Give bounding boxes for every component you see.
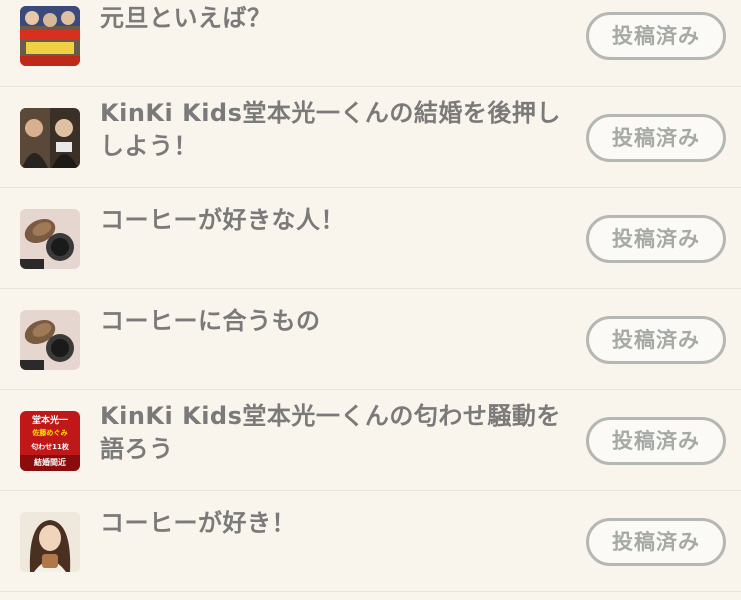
- woman-coffee-photo-thumbnail: [20, 512, 80, 572]
- topic-title: KinKi Kids堂本光一くんの結婚を後押ししよう！: [100, 99, 561, 160]
- posted-button[interactable]: 投稿済み: [586, 417, 726, 465]
- posted-button[interactable]: 投稿済み: [586, 114, 726, 162]
- people-photo-thumbnail: [20, 108, 80, 168]
- list-item[interactable]: コーヒーに合うもの 投稿済み: [0, 289, 741, 390]
- coffee-photo-thumbnail: [20, 310, 80, 370]
- thumb-text: 佐藤めぐみ: [31, 428, 67, 437]
- posted-button[interactable]: 投稿済み: [586, 215, 726, 263]
- posted-button[interactable]: 投稿済み: [586, 316, 726, 364]
- posted-button[interactable]: 投稿済み: [586, 12, 726, 60]
- thumb-text: 結婚間近: [34, 457, 66, 467]
- posted-button[interactable]: 投稿済み: [586, 518, 726, 566]
- newyear-photo-thumbnail: [20, 6, 80, 66]
- list-item[interactable]: コーヒーが好きな人！ 投稿済み: [0, 188, 741, 289]
- topic-title: コーヒーが好き！: [100, 509, 296, 537]
- topic-title: コーヒーが好きな人！: [100, 206, 345, 234]
- list-item[interactable]: KinKi Kids堂本光一くんの結婚を後押ししよう！ 投稿済み: [0, 87, 741, 188]
- topic-title: コーヒーに合うもの: [100, 307, 321, 335]
- topic-title: KinKi Kids堂本光一くんの匂わせ騒動を語ろう: [100, 402, 561, 463]
- list-item[interactable]: コーヒーが好き！ 投稿済み: [0, 491, 741, 592]
- thumb-text: 匂わせ11枚: [30, 442, 70, 451]
- topic-title: 元旦といえば？: [100, 4, 272, 32]
- list-item[interactable]: 堂本光一 佐藤めぐみ 匂わせ11枚 結婚間近 KinKi Kids堂本光一くんの…: [0, 390, 741, 491]
- topic-list: 元旦といえば？ 投稿済み KinKi Kids堂本光一くんの結婚を後押ししよう！…: [0, 0, 741, 592]
- news-graphic-thumbnail: 堂本光一 佐藤めぐみ 匂わせ11枚 結婚間近: [20, 411, 80, 471]
- list-item[interactable]: 元旦といえば？ 投稿済み: [0, 0, 741, 87]
- thumb-text: 堂本光一: [32, 414, 68, 426]
- coffee-photo-thumbnail: [20, 209, 80, 269]
